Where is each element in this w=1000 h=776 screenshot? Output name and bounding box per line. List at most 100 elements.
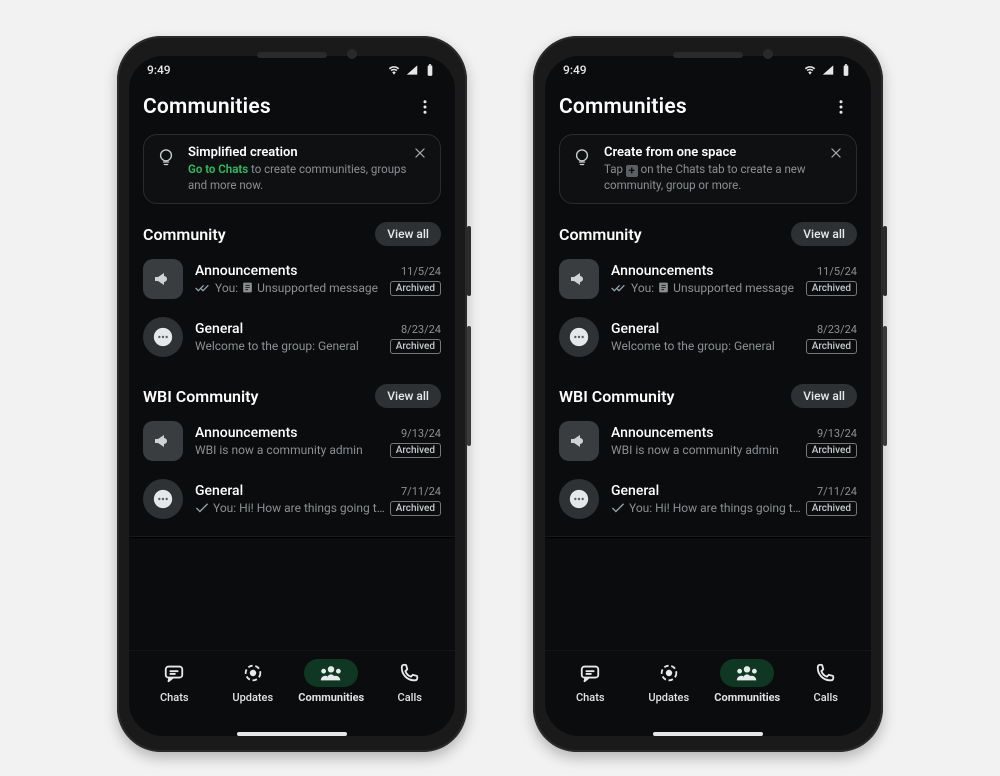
- archived-tag: Archived: [806, 443, 857, 458]
- chat-preview: WBI is now a community admin: [611, 443, 802, 457]
- nav-updates[interactable]: Updates: [630, 659, 709, 704]
- archived-tag: Archived: [390, 281, 441, 296]
- battery-icon: [423, 63, 437, 77]
- chat-body: General 8/23/24 Welcome to the group: Gene…: [611, 321, 857, 354]
- communities-icon: [304, 659, 358, 687]
- chat-name: Announcements: [611, 263, 713, 279]
- nav-chats[interactable]: Chats: [551, 659, 630, 704]
- lightbulb-icon: [156, 147, 178, 169]
- megaphone-icon: [143, 259, 183, 299]
- chat-date: 7/11/24: [817, 485, 857, 498]
- more-options-button[interactable]: [409, 91, 441, 123]
- chat-row[interactable]: General7/11/24You: Hi! How are things go…: [143, 470, 441, 528]
- chat-preview: You: Hi! How are things going t…: [629, 501, 802, 515]
- chat-preview: You: Unsupported message: [215, 281, 386, 295]
- archived-tag: Archived: [806, 339, 857, 354]
- chat-date: 11/5/24: [817, 265, 857, 278]
- nav-communities[interactable]: Communities: [708, 659, 787, 704]
- nav-label: Chats: [576, 691, 605, 704]
- chat-name: General: [611, 321, 659, 337]
- nav-label: Communities: [298, 691, 364, 704]
- status-bar: 9:49: [545, 56, 871, 84]
- plus-chip-icon: +: [626, 165, 638, 177]
- communities-icon: [720, 659, 774, 687]
- chat-body: General8/23/24Welcome to the group: Gene…: [195, 321, 441, 354]
- community-name: Community: [559, 225, 642, 244]
- megaphone-icon: [143, 421, 183, 461]
- tip-card: Simplified creationGo to Chats to create…: [143, 134, 441, 204]
- chat-row[interactable]: General 8/23/24 Welcome to the group: Gene…: [559, 308, 857, 366]
- view-all-button[interactable]: View all: [791, 384, 857, 408]
- chats-icon: [563, 659, 617, 687]
- chat-date: 9/13/24: [817, 427, 857, 440]
- nav-label: Communities: [714, 691, 780, 704]
- chat-preview: Welcome to the group: General: [195, 339, 386, 353]
- status-time: 9:49: [147, 63, 171, 77]
- chat-preview: WBI is now a community admin: [195, 443, 386, 457]
- chat-name: General: [611, 483, 659, 499]
- chat-body: General 7/11/24 You: Hi! How are things go…: [611, 483, 857, 516]
- megaphone-icon: [559, 259, 599, 299]
- nav-chats[interactable]: Chats: [135, 659, 214, 704]
- stage: 9:49 Communities Simplified creationGo to …: [0, 0, 1000, 776]
- chat-body: General7/11/24You: Hi! How are things go…: [195, 483, 441, 516]
- chat-row[interactable]: Announcements 11/5/24 You: Unsupported mes…: [559, 250, 857, 308]
- lightbulb-icon: [572, 147, 594, 169]
- close-tip-button[interactable]: [826, 143, 846, 163]
- community-name: WBI Community: [143, 387, 258, 406]
- home-indicator: [653, 732, 763, 736]
- chat-date: 8/23/24: [817, 323, 857, 336]
- archived-tag: Archived: [806, 281, 857, 296]
- chat-body: Announcements9/13/24WBI is now a communi…: [195, 425, 441, 458]
- nav-calls[interactable]: Calls: [371, 659, 450, 704]
- chats-icon: [147, 659, 201, 687]
- chat-row[interactable]: Announcements9/13/24WBI is now a communi…: [559, 412, 857, 470]
- page-title: Communities: [559, 95, 687, 119]
- chat-row[interactable]: General 7/11/24 You: Hi! How are things go…: [559, 470, 857, 528]
- nav-label: Chats: [160, 691, 189, 704]
- status-time: 9:49: [563, 63, 587, 77]
- view-all-button[interactable]: View all: [375, 222, 441, 246]
- chat-preview: Welcome to the group: General: [611, 339, 802, 353]
- status-bar: 9:49: [129, 56, 455, 84]
- nav-calls[interactable]: Calls: [787, 659, 866, 704]
- chat-date: 8/23/24: [401, 323, 441, 336]
- view-all-button[interactable]: View all: [375, 384, 441, 408]
- single-check-icon: [611, 502, 625, 514]
- chat-bubble-icon: [559, 317, 599, 357]
- wifi-icon: [803, 63, 817, 77]
- chat-body: Announcements9/13/24WBI is now a communi…: [611, 425, 857, 458]
- single-check-icon: [195, 502, 209, 514]
- chat-date: 7/11/24: [401, 485, 441, 498]
- archived-tag: Archived: [390, 443, 441, 458]
- screen: 9:49 Communities Simplified creationGo to …: [129, 56, 455, 736]
- tip-text: Go to Chats to create communities, group…: [188, 162, 412, 193]
- updates-icon: [642, 659, 696, 687]
- double-check-icon: [611, 282, 627, 294]
- page-title: Communities: [143, 95, 271, 119]
- chat-name: Announcements: [195, 425, 297, 441]
- signal-icon: [821, 63, 835, 77]
- calls-icon: [383, 659, 437, 687]
- more-options-button[interactable]: [825, 91, 857, 123]
- archived-tag: Archived: [390, 501, 441, 516]
- wifi-icon: [387, 63, 401, 77]
- bottom-nav: Chats Updates Communities Calls: [545, 650, 871, 728]
- view-all-button[interactable]: View all: [791, 222, 857, 246]
- nav-communities[interactable]: Communities: [292, 659, 371, 704]
- chat-preview: You: Hi! How are things going t…: [213, 501, 386, 515]
- chat-row[interactable]: Announcements9/13/24WBI is now a communi…: [143, 412, 441, 470]
- nav-updates[interactable]: Updates: [214, 659, 293, 704]
- calls-icon: [799, 659, 853, 687]
- double-check-icon: [195, 282, 211, 294]
- chat-row[interactable]: General8/23/24Welcome to the group: Gene…: [143, 308, 441, 366]
- tip-title: Create from one space: [604, 145, 828, 160]
- tip-card: Create from one spaceTap + on the Chats …: [559, 134, 857, 204]
- close-tip-button[interactable]: [410, 143, 430, 163]
- chat-bubble-icon: [143, 317, 183, 357]
- chat-preview: You: Unsupported message: [631, 281, 802, 295]
- chat-bubble-icon: [559, 479, 599, 519]
- chat-row[interactable]: Announcements11/5/24You: Unsupported mes…: [143, 250, 441, 308]
- community-name: Community: [143, 225, 226, 244]
- megaphone-icon: [559, 421, 599, 461]
